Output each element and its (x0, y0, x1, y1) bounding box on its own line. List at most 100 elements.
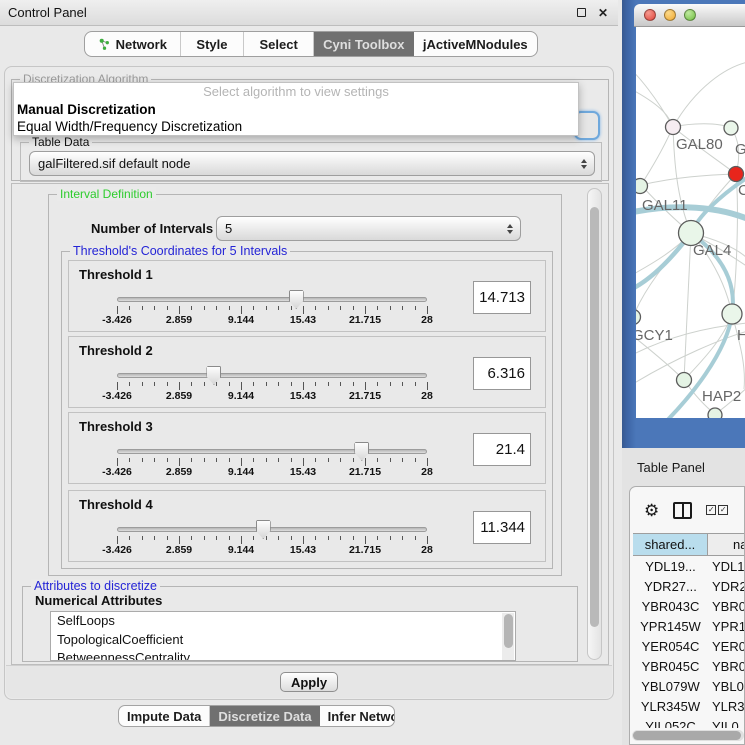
svg-text:C: C (738, 182, 745, 199)
tab-style[interactable]: Style (181, 32, 245, 56)
cell[interactable]: YBR043C (633, 596, 708, 616)
threshold-4-value-field[interactable]: 11.344 (473, 511, 531, 544)
cell[interactable]: YBL079W (633, 676, 708, 696)
cell[interactable]: YBR0 (708, 596, 744, 616)
node-gal80[interactable] (666, 120, 681, 135)
control-panel-titlebar: Control Panel ✕ (0, 0, 618, 26)
slider-tick-labels: -3.4262.8599.14415.4321.71528 (117, 544, 427, 556)
cell[interactable]: YBR0 (708, 656, 744, 676)
combo-stepper-icon (507, 224, 513, 234)
cell[interactable]: YIL0 (708, 716, 744, 728)
threshold-1-panel: Threshold 1 -3.4262.8599.14415.4321.7152… (68, 260, 546, 332)
cell[interactable]: YPR145W (633, 616, 708, 636)
zoom-traffic-light-icon[interactable] (684, 9, 696, 21)
node-gal11[interactable] (636, 179, 648, 194)
threshold-1-slider[interactable] (117, 297, 427, 302)
threshold-3-slider[interactable] (117, 449, 427, 454)
tab-select[interactable]: Select (244, 32, 314, 56)
table-row[interactable]: YDL19...YDL1 (633, 556, 744, 576)
dropdown-prompt-item[interactable]: Select algorithm to view settings (14, 83, 578, 101)
slider-tick-scale (117, 458, 427, 466)
cell[interactable]: YDR27... (633, 576, 708, 596)
list-item[interactable]: BetweennessCentrality (51, 649, 515, 661)
table-data-value: galFiltered.sif default node (38, 156, 190, 171)
column-header-shared-name[interactable]: shared... (633, 534, 708, 555)
cell[interactable]: YBR045C (633, 656, 708, 676)
close-panel-button[interactable]: ✕ (596, 6, 610, 20)
network-view-window[interactable]: GAL80 GA C GAL11 GAL4 GCY1 H HAP2 (622, 0, 745, 448)
threshold-label: Threshold 2 (79, 343, 153, 358)
close-traffic-light-icon[interactable] (644, 9, 656, 21)
settings-scrollpanel: Interval Definition Number of Intervals … (11, 183, 609, 665)
tab-discretize-data[interactable]: Discretize Data (210, 706, 319, 726)
columns-icon[interactable] (673, 502, 692, 519)
table-row[interactable]: YDR27...YDR2 (633, 576, 744, 596)
minimize-traffic-light-icon[interactable] (664, 9, 676, 21)
table-horizontal-scrollbar[interactable] (632, 730, 744, 741)
table-row[interactable]: YPR145WYPR1 (633, 616, 744, 636)
thresholds-group: Threshold's Coordinates for 5 Intervals … (61, 251, 553, 569)
threshold-1-value-field[interactable]: 14.713 (473, 281, 531, 314)
table-row[interactable]: YBR043CYBR0 (633, 596, 744, 616)
bottom-tabbar: Impute Data Discretize Data Infer Networ… (118, 705, 395, 727)
cell[interactable]: YER0 (708, 636, 744, 656)
threshold-3-panel: Threshold 3 -3.4262.8599.14415.4321.7152… (68, 412, 546, 484)
table-data-combobox[interactable]: galFiltered.sif default node (29, 151, 595, 176)
node-gcy1[interactable] (636, 310, 641, 325)
cell[interactable]: YDL19... (633, 556, 708, 576)
table-row[interactable]: YER054CYER0 (633, 636, 744, 656)
dropdown-item-equal-width-frequency[interactable]: Equal Width/Frequency Discretization (14, 118, 578, 135)
tab-impute-data[interactable]: Impute Data (119, 706, 210, 726)
tab-label: Style (196, 37, 227, 52)
gear-icon[interactable]: ⚙ (644, 502, 659, 519)
cell[interactable]: YPR1 (708, 616, 744, 636)
checkbox-icons[interactable]: ✓ ✓ (706, 505, 728, 515)
table-toolbar: ⚙ ✓ ✓ (630, 487, 744, 533)
table-row[interactable]: YIL052CYIL0 (633, 716, 744, 728)
threshold-3-value-field[interactable]: 21.4 (473, 433, 531, 466)
node-partial-right[interactable] (722, 304, 742, 324)
float-window-button[interactable] (574, 6, 588, 20)
table-row[interactable]: YBR045CYBR0 (633, 656, 744, 676)
tab-jactivemnodules[interactable]: jActiveMNodules (414, 32, 537, 56)
algorithm-dropdown-popup: Select algorithm to view settings Manual… (13, 82, 579, 136)
settings-scrollbar[interactable] (587, 188, 602, 660)
svg-text:GAL80: GAL80 (676, 136, 723, 153)
node-partial-top-right[interactable] (724, 121, 738, 135)
node-red-selected[interactable] (729, 167, 744, 182)
cell[interactable]: YIL052C (633, 716, 708, 728)
threshold-2-value-field[interactable]: 6.316 (473, 357, 531, 390)
cell[interactable]: YDR2 (708, 576, 744, 596)
cell[interactable]: YLR345W (633, 696, 708, 716)
cell[interactable]: YDL1 (708, 556, 744, 576)
slider-tick-scale (117, 382, 427, 390)
table-row[interactable]: YBL079WYBL0 (633, 676, 744, 696)
network-canvas[interactable]: GAL80 GA C GAL11 GAL4 GCY1 H HAP2 (636, 27, 745, 418)
number-of-intervals-combobox[interactable]: 5 (216, 216, 521, 241)
panel-title: Control Panel (8, 5, 566, 20)
apply-button[interactable]: Apply (280, 672, 338, 692)
threshold-2-slider[interactable] (117, 373, 427, 378)
slider-tick-scale (117, 306, 427, 314)
cell[interactable]: YBL0 (708, 676, 744, 696)
list-item[interactable]: SelfLoops (51, 612, 515, 631)
node-partial-bottom[interactable] (708, 408, 722, 418)
column-header-name[interactable]: na (708, 534, 744, 555)
table-row[interactable]: YLR345WYLR3 (633, 696, 744, 716)
scrollbar-thumb[interactable] (590, 207, 599, 627)
cell[interactable]: YLR3 (708, 696, 744, 716)
scrollbar-thumb[interactable] (633, 731, 741, 740)
scrollbar-thumb[interactable] (504, 614, 513, 648)
tab-infer-network[interactable]: Infer Network (320, 706, 395, 726)
table-header-row: shared... na (633, 533, 744, 556)
list-scrollbar[interactable] (502, 613, 514, 661)
node-hap2[interactable] (677, 373, 692, 388)
cell[interactable]: YER054C (633, 636, 708, 656)
tab-network[interactable]: Network (85, 32, 181, 56)
dropdown-item-manual-discretization[interactable]: Manual Discretization (14, 101, 578, 118)
list-item[interactable]: TopologicalCoefficient (51, 631, 515, 650)
node-table: shared... na YDL19...YDL1 YDR27...YDR2 Y… (633, 533, 744, 728)
table-data-group: Table Data galFiltered.sif default node (20, 142, 602, 182)
tab-cyni-toolbox[interactable]: Cyni Toolbox (314, 32, 414, 56)
threshold-4-slider[interactable] (117, 527, 427, 532)
